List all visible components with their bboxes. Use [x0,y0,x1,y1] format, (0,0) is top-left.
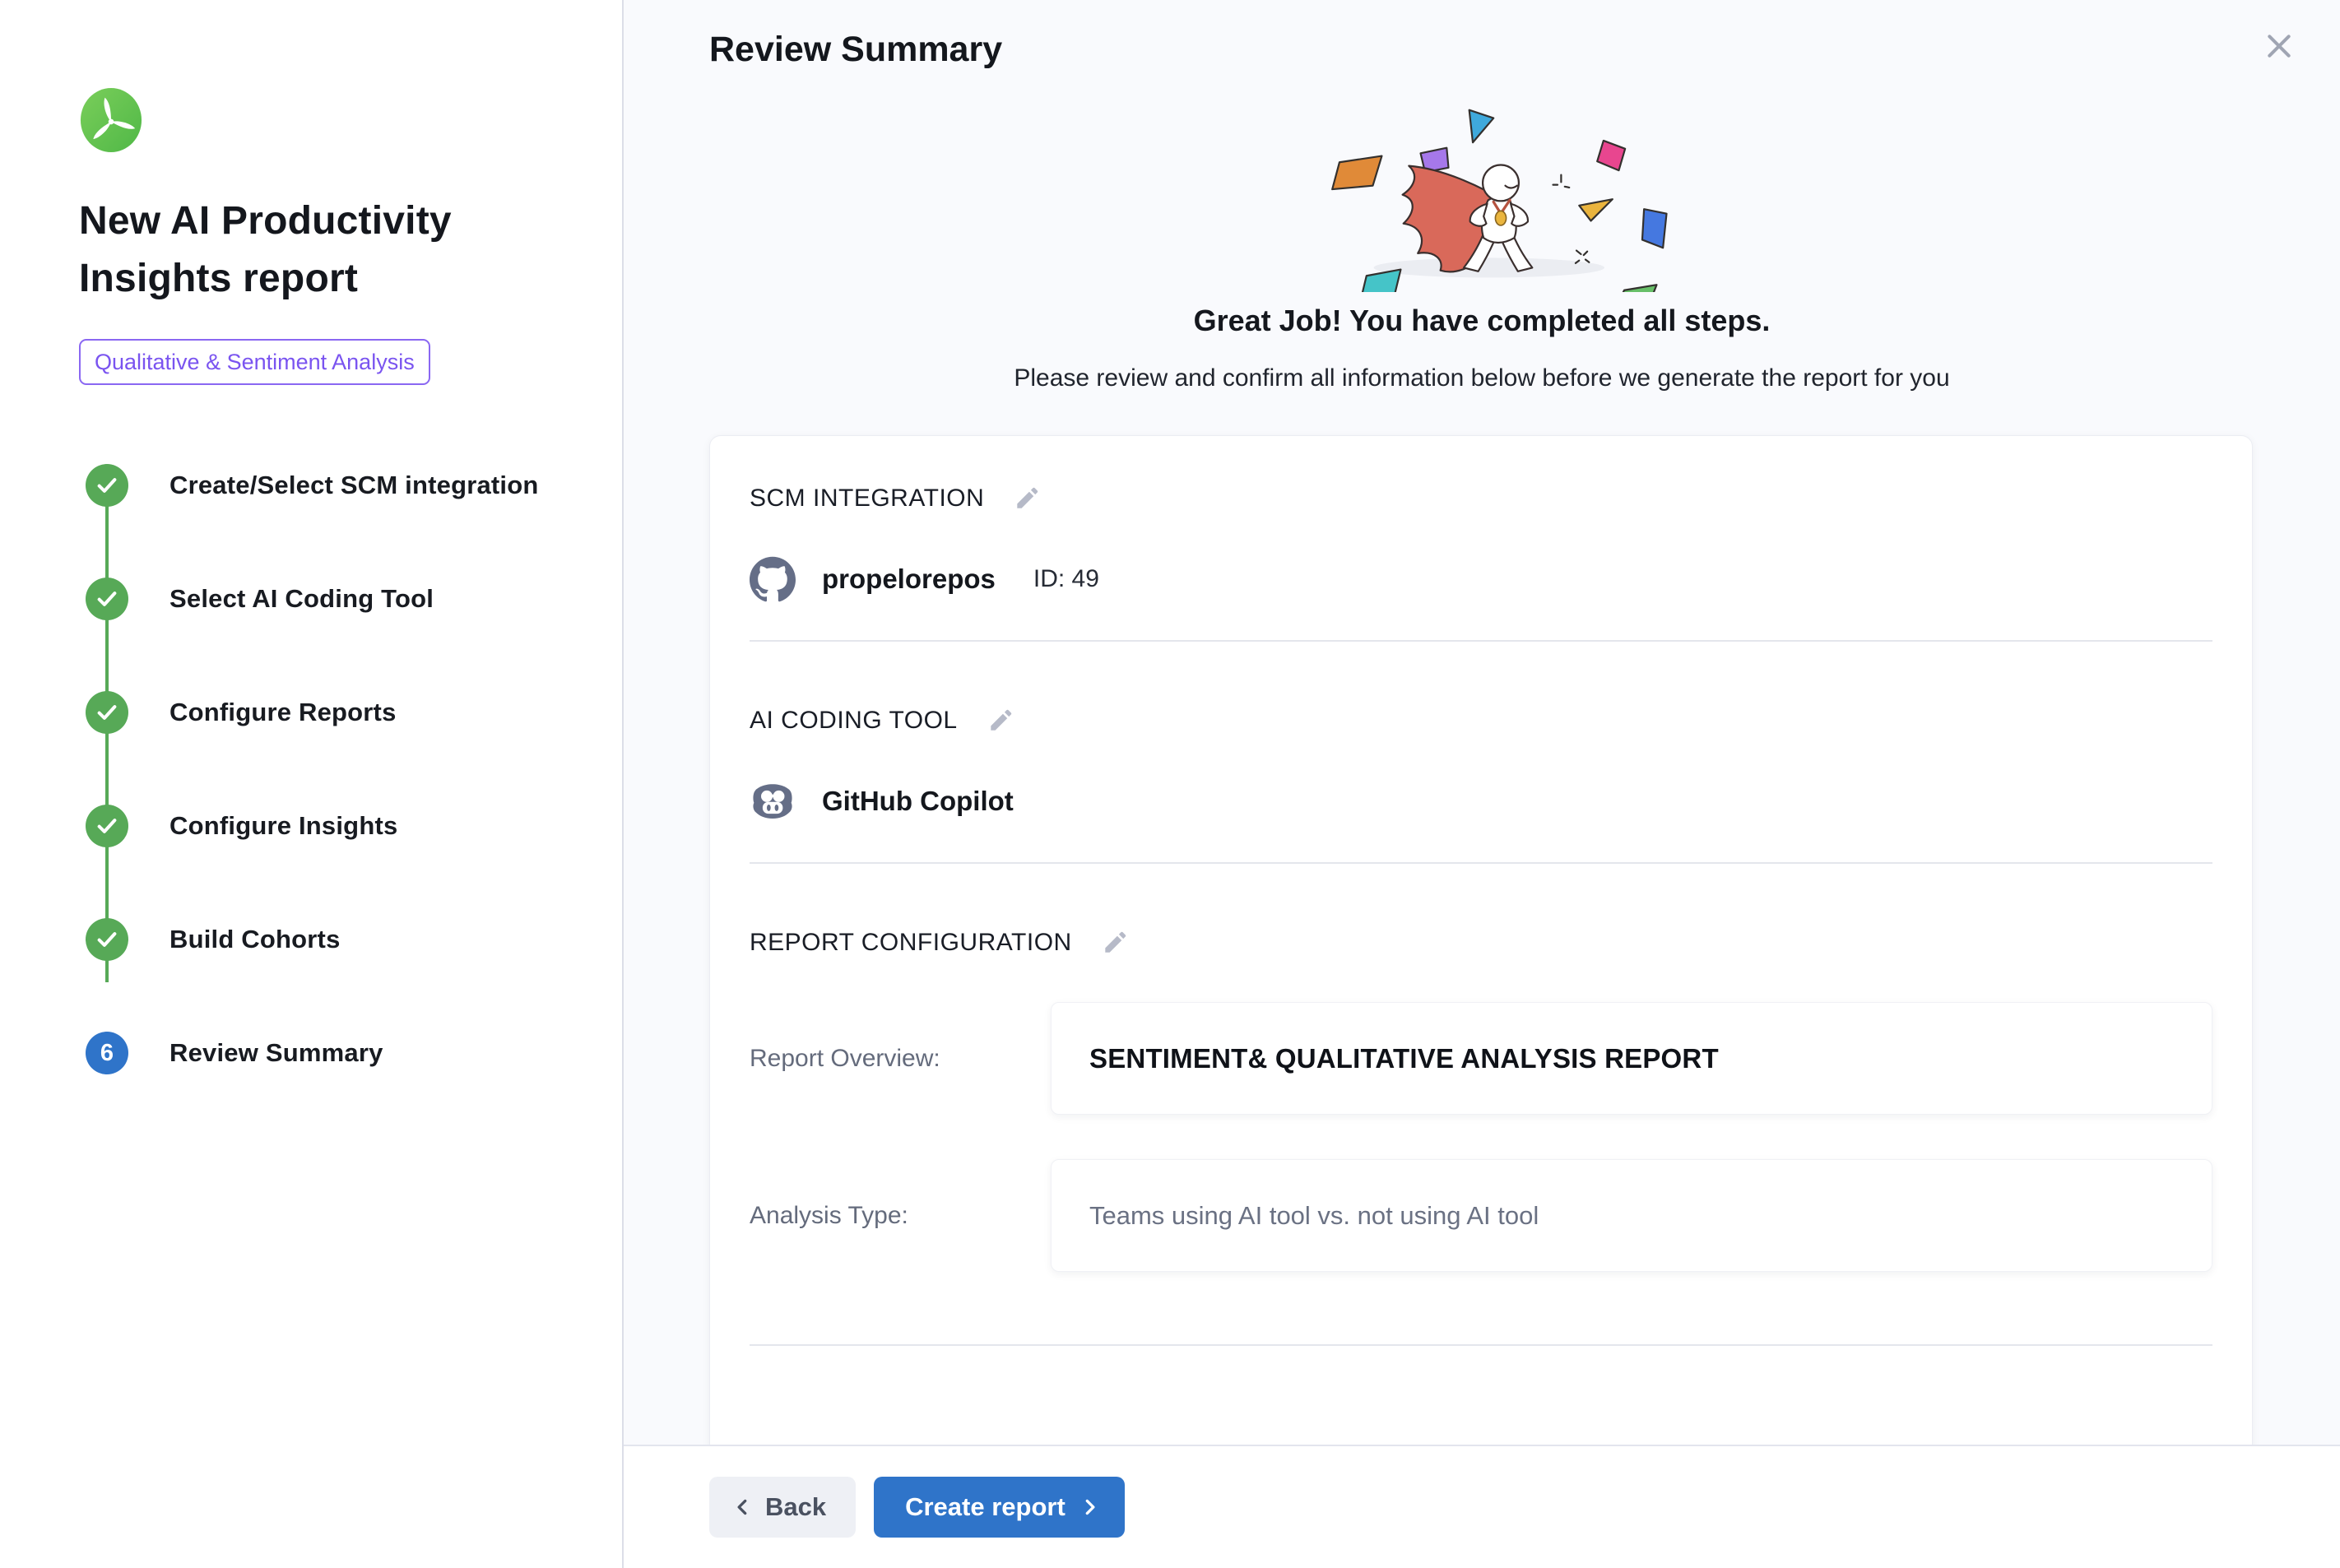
ai-coding-tool-section-header: AI CODING TOOL [750,706,2212,735]
wizard-stepper: Create/Select SCM integration Select AI … [79,464,589,1074]
analysis-type-value-box: Teams using AI tool vs. not using AI too… [1051,1159,2212,1272]
scm-integration-value-row: propelorepos ID: 49 [750,556,2212,602]
scm-integration-id: ID: 49 [1033,565,1099,593]
step-build-cohorts[interactable]: Build Cohorts [79,918,589,961]
analysis-type-label: Analysis Type: [750,1202,1051,1230]
panel-header: Review Summary [624,0,2340,70]
ai-coding-tool-value-row: GitHub Copilot [750,778,2212,824]
report-overview-label: Report Overview: [750,1045,1051,1073]
step-configure-reports[interactable]: Configure Reports [79,691,589,734]
report-wizard: New AI Productivity Insights report Qual… [0,0,2340,1568]
edit-scm-pencil-icon[interactable] [1012,484,1042,513]
scm-integration-label: SCM INTEGRATION [750,485,984,513]
chevron-left-icon [732,1496,754,1518]
step-check-icon [86,918,128,961]
report-configuration-section-header: REPORT CONFIGURATION [750,928,2212,958]
step-label: Build Cohorts [169,925,341,954]
section-divider [750,640,2212,642]
hero-heading: Great Job! You have completed all steps. [624,304,2340,338]
step-check-icon [86,464,128,507]
celebration-illustration [1293,85,1671,292]
step-label: Configure Insights [169,811,397,841]
chevron-right-icon [1079,1496,1100,1518]
copilot-icon [750,778,796,824]
step-ai-coding-tool[interactable]: Select AI Coding Tool [79,578,589,620]
page-title: Review Summary [709,30,2340,70]
edit-tool-pencil-icon[interactable] [986,706,1015,735]
back-button[interactable]: Back [709,1477,856,1538]
section-divider [750,862,2212,864]
step-label: Create/Select SCM integration [169,471,539,500]
step-scm-integration[interactable]: Create/Select SCM integration [79,464,589,507]
review-summary-card: SCM INTEGRATION propelorepos ID: 49 AI C… [709,435,2253,1462]
wizard-title: New AI Productivity Insights report [79,193,507,308]
close-icon[interactable] [2261,28,2297,64]
hero-subheading: Please review and confirm all informatio… [624,364,2340,392]
propeller-logo-icon [79,86,143,155]
ai-coding-tool-name: GitHub Copilot [822,786,1014,817]
report-overview-row: Report Overview: SENTIMENT& QUALITATIVE … [750,1002,2212,1115]
step-label: Configure Reports [169,698,397,727]
github-icon [750,556,796,602]
step-label: Select AI Coding Tool [169,584,434,614]
step-review-summary[interactable]: 6 Review Summary [79,1032,589,1074]
scm-integration-name: propelorepos [822,564,996,595]
review-summary-panel: Review Summary [624,0,2340,1568]
edit-config-pencil-icon[interactable] [1100,928,1130,958]
step-label: Review Summary [169,1038,383,1068]
wizard-footer: Back Create report [624,1445,2340,1568]
report-overview-value: SENTIMENT& QUALITATIVE ANALYSIS REPORT [1089,1043,1719,1074]
report-overview-value-box: SENTIMENT& QUALITATIVE ANALYSIS REPORT [1051,1002,2212,1115]
analysis-type-value: Teams using AI tool vs. not using AI too… [1089,1201,1539,1231]
step-check-icon [86,691,128,734]
step-check-icon [86,805,128,847]
create-report-label: Create report [905,1492,1066,1522]
scm-integration-section-header: SCM INTEGRATION [750,484,2212,513]
create-report-button[interactable]: Create report [874,1477,1125,1538]
step-check-icon [86,578,128,620]
ai-coding-tool-label: AI CODING TOOL [750,707,958,735]
step-number-badge: 6 [86,1032,128,1074]
step-configure-insights[interactable]: Configure Insights [79,805,589,847]
back-button-label: Back [765,1492,826,1522]
report-configuration-label: REPORT CONFIGURATION [750,929,1072,957]
analysis-type-row: Analysis Type: Teams using AI tool vs. n… [750,1159,2212,1272]
completion-hero: Great Job! You have completed all steps.… [624,85,2340,392]
wizard-sidebar: New AI Productivity Insights report Qual… [0,0,624,1568]
section-divider [750,1344,2212,1346]
analysis-type-badge: Qualitative & Sentiment Analysis [79,339,430,385]
